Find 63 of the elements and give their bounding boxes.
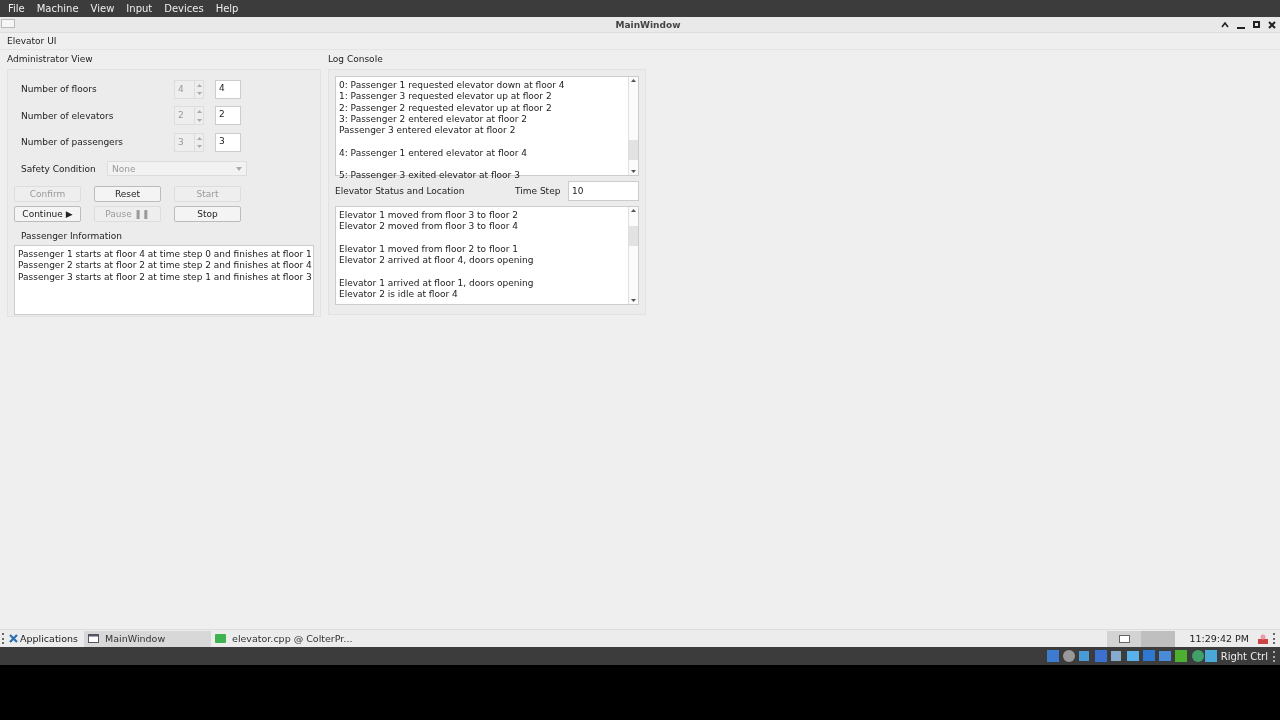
- action-button[interactable]: Stop: [174, 206, 241, 222]
- cross-logo-icon: [9, 634, 18, 643]
- text-area[interactable]: [335, 206, 639, 305]
- section-title: Elevator Status and Location: [335, 186, 466, 196]
- group-title: Log Console: [328, 54, 384, 66]
- menu-item[interactable]: View: [84, 3, 121, 14]
- action-button[interactable]: Reset: [94, 186, 161, 202]
- status-line: Elevator 2 moved from floor 3 to floor 4: [339, 221, 519, 233]
- action-button[interactable]: Continue ▶: [14, 206, 81, 222]
- window-title: MainWindow: [615, 19, 681, 30]
- menu-item[interactable]: File: [2, 3, 31, 14]
- editor-icon: [215, 634, 227, 643]
- host-key-label: Right Ctrl: [1219, 650, 1269, 662]
- section-title: Passenger Information: [21, 231, 124, 241]
- scrollbar[interactable]: [628, 207, 638, 304]
- workspace-switcher[interactable]: [1107, 630, 1176, 647]
- status-icons-drawing[interactable]: [1046, 649, 1217, 663]
- taskbar-button[interactable]: MainWindow: [84, 630, 212, 647]
- log-line: 1: Passenger 3 requested elevator up at floor 2: [339, 91, 553, 103]
- field-label: Time Step: [515, 186, 562, 196]
- status-line: Elevator 2 is idle at floor 4: [339, 289, 459, 301]
- scrollbar[interactable]: [628, 77, 638, 175]
- field-label: Number of elevators: [20, 110, 115, 121]
- status-line: Elevator 2 arrived at floor 4, doors opening: [339, 255, 535, 267]
- scroll-down-icon[interactable]: [631, 170, 636, 173]
- log-line: Passenger 3 entered elevator at floor 2: [339, 125, 517, 137]
- log-line: 0: Passenger 1 requested elevator down at floor 4: [339, 80, 566, 92]
- taskbar-button[interactable]: elevator.cpp @ ColterPr...: [211, 630, 353, 647]
- scroll-down-icon[interactable]: [631, 299, 636, 302]
- clock: 11:29:42 PM: [1188, 633, 1250, 644]
- menu-item[interactable]: Input: [120, 3, 159, 14]
- close-icon[interactable]: [1268, 20, 1276, 29]
- menu-item[interactable]: Machine: [30, 3, 85, 14]
- shade-icon[interactable]: [1221, 21, 1229, 28]
- status-line: Elevator 1 moved from floor 2 to floor 1: [339, 243, 519, 256]
- log-line: 2: Passenger 2 requested elevator up at floor 2: [339, 102, 553, 114]
- log-line: 4: Passenger 1 entered elevator at floor 4: [339, 147, 528, 160]
- field-label: Number of floors: [20, 84, 98, 95]
- text-area[interactable]: Passenger 1 starts at floor 4 at time step 0 and finishes at floor 1 Passenger 2 starts at floor 2 at time step 2 and finishes at floor 4 Passenger 3 starts at floor 2 at time step 1 and finishes at floor 3: [14, 245, 314, 315]
- scroll-thumb[interactable]: [629, 140, 638, 160]
- status-line: Elevator 1 arrived at floor 1, doors opening: [339, 277, 535, 290]
- status-line: Elevator 1 moved from floor 3 to floor 2: [339, 210, 519, 222]
- input-field[interactable]: 4: [215, 79, 241, 99]
- maximize-icon[interactable]: [1253, 21, 1260, 28]
- scroll-thumb[interactable]: [629, 226, 638, 246]
- field-label: Safety Condition: [20, 163, 97, 174]
- group-title: Administrator View: [7, 54, 94, 66]
- menu-item[interactable]: Elevator UI: [0, 36, 57, 46]
- window-icon: [88, 634, 100, 643]
- input-field[interactable]: 10: [568, 181, 639, 201]
- dropdown-arrow-icon: [236, 166, 242, 171]
- scroll-up-icon[interactable]: [631, 209, 636, 212]
- input-field[interactable]: 2: [215, 106, 241, 126]
- menu-item[interactable]: Devices: [158, 3, 210, 14]
- menu-item[interactable]: Help: [209, 3, 245, 14]
- input-field[interactable]: 3: [215, 132, 241, 152]
- applications-menu[interactable]: Applications: [9, 633, 85, 644]
- field-label: Number of passengers: [20, 137, 125, 148]
- tray-icon[interactable]: [1257, 632, 1269, 645]
- window-icon: [1119, 634, 1131, 643]
- log-line: 3: Passenger 2 entered elevator at floor 2: [339, 113, 528, 126]
- log-line: 5: Passenger 3 exited elevator at floor 3: [339, 170, 521, 182]
- scroll-up-icon[interactable]: [631, 79, 636, 82]
